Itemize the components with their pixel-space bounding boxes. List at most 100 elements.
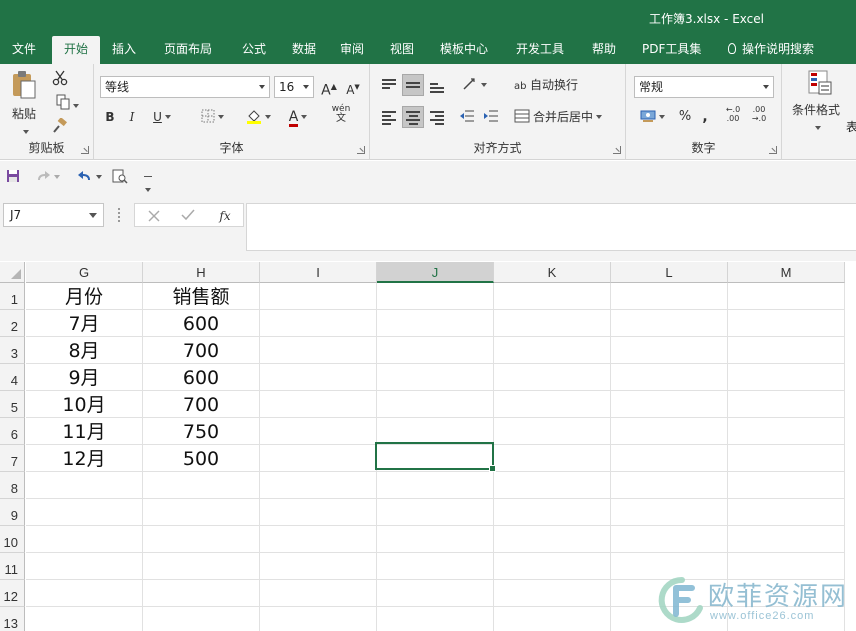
font-size-combo[interactable]: 16 — [274, 76, 314, 98]
tab-view[interactable]: 视图 — [378, 36, 428, 64]
percent-style-button[interactable]: % — [676, 106, 694, 128]
cell-k5[interactable] — [494, 391, 611, 418]
cell-l8[interactable] — [611, 472, 728, 499]
align-right-button[interactable] — [426, 106, 448, 128]
cell-m5[interactable] — [728, 391, 845, 418]
cell-h4[interactable]: 600 — [143, 364, 260, 391]
cell-i11[interactable] — [260, 553, 377, 580]
cell-k12[interactable] — [494, 580, 611, 607]
cell-i8[interactable] — [260, 472, 377, 499]
column-header-l[interactable]: L — [611, 262, 728, 283]
cell-i3[interactable] — [260, 337, 377, 364]
tell-me-search[interactable]: 操作说明搜索 — [718, 36, 838, 64]
formula-bar-grip[interactable] — [118, 208, 120, 222]
cell-k9[interactable] — [494, 499, 611, 526]
save-button[interactable] — [4, 166, 22, 188]
row-header-9[interactable]: 9 — [0, 499, 25, 526]
row-header-12[interactable]: 12 — [0, 580, 25, 607]
cell-g3[interactable]: 8月 — [26, 337, 143, 364]
cell-k1[interactable] — [494, 283, 611, 310]
cell-j13[interactable] — [377, 607, 494, 631]
cell-g7[interactable]: 12月 — [26, 445, 143, 472]
cell-j10[interactable] — [377, 526, 494, 553]
cell-l5[interactable] — [611, 391, 728, 418]
column-header-j[interactable]: J — [377, 262, 494, 283]
tab-review[interactable]: 审阅 — [328, 36, 378, 64]
row-header-8[interactable]: 8 — [0, 472, 25, 499]
undo-button[interactable] — [72, 166, 106, 188]
cell-l7[interactable] — [611, 445, 728, 472]
cell-l1[interactable] — [611, 283, 728, 310]
cell-k4[interactable] — [494, 364, 611, 391]
cell-i10[interactable] — [260, 526, 377, 553]
row-header-13[interactable]: 13 — [0, 607, 25, 631]
fill-color-button[interactable] — [240, 106, 276, 128]
dialog-launcher-icon[interactable] — [357, 146, 365, 154]
cell-g4[interactable]: 9月 — [26, 364, 143, 391]
cell-h1[interactable]: 销售额 — [143, 283, 260, 310]
merge-center-button[interactable]: 合并后居中 — [514, 106, 614, 128]
font-color-button[interactable]: A — [280, 106, 316, 128]
align-bottom-button[interactable] — [426, 74, 448, 96]
accounting-format-button[interactable] — [634, 106, 670, 128]
tab-help[interactable]: 帮助 — [580, 36, 630, 64]
cell-h13[interactable] — [143, 607, 260, 631]
cell-k7[interactable] — [494, 445, 611, 472]
row-header-11[interactable]: 11 — [0, 553, 25, 580]
tab-pdf-tools[interactable]: PDF工具集 — [630, 36, 718, 64]
cell-h10[interactable] — [143, 526, 260, 553]
borders-button[interactable] — [194, 106, 230, 128]
font-name-combo[interactable]: 等线 — [100, 76, 270, 98]
tab-page-layout[interactable]: 页面布局 — [152, 36, 230, 64]
cell-h8[interactable] — [143, 472, 260, 499]
align-center-button[interactable] — [402, 106, 424, 128]
tab-data[interactable]: 数据 — [280, 36, 328, 64]
cell-j1[interactable] — [377, 283, 494, 310]
tab-formulas[interactable]: 公式 — [230, 36, 280, 64]
cell-k2[interactable] — [494, 310, 611, 337]
cell-i4[interactable] — [260, 364, 377, 391]
row-header-7[interactable]: 7 — [0, 445, 25, 472]
cell-g9[interactable] — [26, 499, 143, 526]
insert-function-button[interactable]: fx — [213, 205, 237, 227]
cell-m9[interactable] — [728, 499, 845, 526]
number-format-combo[interactable]: 常规 — [634, 76, 774, 98]
comma-style-button[interactable]: , — [698, 106, 712, 128]
cell-h6[interactable]: 750 — [143, 418, 260, 445]
cell-j2[interactable] — [377, 310, 494, 337]
cell-j9[interactable] — [377, 499, 494, 526]
tab-template-center[interactable]: 模板中心 — [428, 36, 504, 64]
bold-button[interactable]: B — [100, 106, 120, 128]
format-painter-button[interactable] — [50, 117, 70, 140]
cell-j5[interactable] — [377, 391, 494, 418]
align-left-button[interactable] — [378, 106, 400, 128]
decrease-font-size-button[interactable]: A▼ — [344, 76, 362, 98]
increase-decimal-button[interactable]: ←.0 .00 — [722, 105, 744, 127]
cell-g6[interactable]: 11月 — [26, 418, 143, 445]
format-as-table-label[interactable]: 表 — [846, 118, 856, 135]
row-header-10[interactable]: 10 — [0, 526, 25, 553]
wrap-text-button[interactable]: ab 自动换行 — [514, 74, 608, 96]
cell-k11[interactable] — [494, 553, 611, 580]
cell-m3[interactable] — [728, 337, 845, 364]
dialog-launcher-icon[interactable] — [613, 146, 621, 154]
cell-j4[interactable] — [377, 364, 494, 391]
cell-i12[interactable] — [260, 580, 377, 607]
conditional-formatting-button[interactable]: 条件格式 — [788, 70, 844, 134]
decrease-indent-button[interactable] — [456, 106, 478, 128]
customize-toolbar-button[interactable] — [140, 166, 156, 192]
column-header-h[interactable]: H — [143, 262, 260, 283]
cell-l4[interactable] — [611, 364, 728, 391]
tab-developer[interactable]: 开发工具 — [504, 36, 580, 64]
cell-m4[interactable] — [728, 364, 845, 391]
tab-file[interactable]: 文件 — [0, 36, 52, 64]
cell-k10[interactable] — [494, 526, 611, 553]
orientation-button[interactable] — [456, 74, 492, 96]
row-header-6[interactable]: 6 — [0, 418, 25, 445]
column-header-m[interactable]: M — [728, 262, 845, 283]
increase-indent-button[interactable] — [480, 106, 502, 128]
cell-i9[interactable] — [260, 499, 377, 526]
cell-m2[interactable] — [728, 310, 845, 337]
cell-h12[interactable] — [143, 580, 260, 607]
dialog-launcher-icon[interactable] — [769, 146, 777, 154]
